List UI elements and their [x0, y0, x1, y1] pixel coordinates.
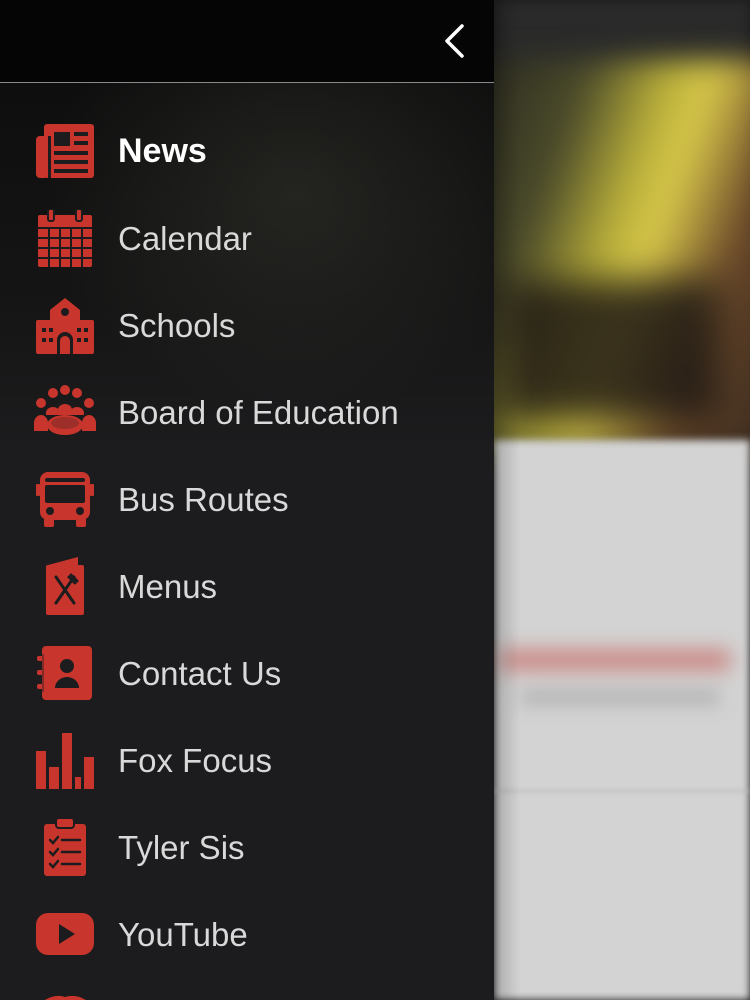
- background-photo-shadow: [500, 280, 720, 420]
- menu-item-youtube[interactable]: YouTube: [0, 891, 494, 978]
- background-subtext: [520, 690, 720, 704]
- background-article-area: [494, 440, 750, 1000]
- bus-icon: [34, 470, 96, 528]
- close-drawer-button[interactable]: [432, 18, 476, 64]
- menu-item-label: Contact Us: [118, 655, 282, 692]
- newspaper-icon: [34, 122, 96, 180]
- menu-item-contact-us[interactable]: Contact Us: [0, 630, 494, 717]
- contact-book-icon: [34, 644, 96, 702]
- background-divider: [494, 790, 750, 792]
- menu-item-board-of-education[interactable]: Board of Education: [0, 369, 494, 456]
- navigation-drawer: News Calendar Schools Board of Education…: [0, 0, 494, 1000]
- menu-utensils-icon: [34, 557, 96, 615]
- menu-item-label: Schools: [118, 307, 236, 344]
- menu-item-calendar[interactable]: Calendar: [0, 195, 494, 282]
- menu-item-tyler-sis[interactable]: Tyler Sis: [0, 804, 494, 891]
- menu-list: News Calendar Schools Board of Education…: [0, 108, 494, 978]
- menu-item-label: Bus Routes: [118, 481, 289, 518]
- menu-item-label: News: [118, 132, 207, 170]
- menu-item-label: Calendar: [118, 220, 252, 257]
- menu-item-menus[interactable]: Menus: [0, 543, 494, 630]
- menu-item-label: Menus: [118, 568, 218, 605]
- menu-item-label: Tyler Sis: [118, 829, 245, 866]
- menu-item-label: YouTube: [118, 916, 248, 953]
- menu-item-fox-focus[interactable]: Fox Focus: [0, 717, 494, 804]
- app-screen: News Calendar Schools Board of Education…: [0, 0, 750, 1000]
- menu-item-partial-icon[interactable]: [34, 990, 96, 1000]
- menu-item-label: Fox Focus: [118, 742, 273, 779]
- menu-item-schools[interactable]: Schools: [0, 282, 494, 369]
- youtube-icon: [34, 905, 96, 963]
- school-icon: [34, 296, 96, 354]
- chevron-left-icon: [445, 24, 464, 58]
- menu-item-news[interactable]: News: [0, 108, 494, 195]
- drawer-header: [0, 0, 494, 83]
- calendar-icon: [34, 209, 96, 267]
- clipboard-checklist-icon: [34, 818, 96, 876]
- group-meeting-icon: [34, 383, 96, 441]
- menu-item-label: Board of Education: [118, 394, 399, 431]
- background-headline: [500, 650, 730, 670]
- menu-item-bus-routes[interactable]: Bus Routes: [0, 456, 494, 543]
- bar-chart-icon: [34, 731, 96, 789]
